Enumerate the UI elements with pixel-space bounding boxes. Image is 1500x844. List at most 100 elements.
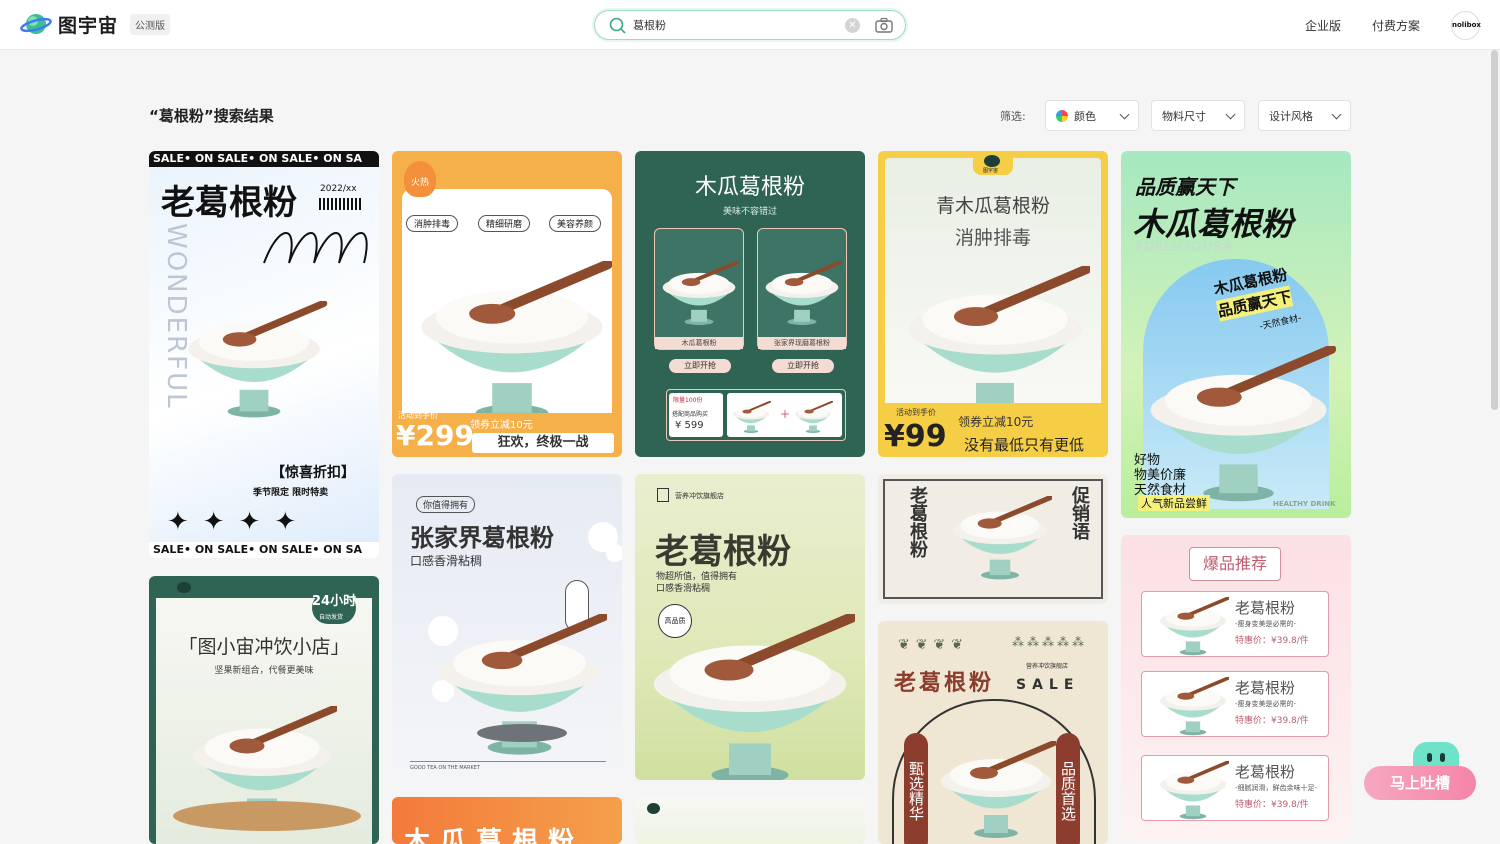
template-card[interactable]: 营养冲饮旗舰店 老葛根粉 物超所值，值得拥有 口感香滑粘稠 高品质: [635, 474, 865, 780]
sale-ticker-top: SALE• ON SALE• ON SALE• ON SA: [149, 151, 379, 167]
item-name: 张家界现磨葛根粉: [758, 337, 846, 349]
scribble-loop-icon: [263, 232, 368, 264]
card-year: 2022/xx: [320, 184, 357, 194]
search-input[interactable]: [633, 16, 833, 34]
card-title: 张家界葛根粉: [410, 524, 554, 552]
item-desc: -瘦身变美是必需的-: [1235, 700, 1297, 708]
card-title: 老葛根粉: [894, 670, 995, 696]
product-bowl-image: [660, 261, 739, 327]
promo-sub: 季节限定 限时特卖: [253, 488, 329, 498]
template-card[interactable]: 图宇宙 青木瓜葛根粉 消肿排毒 活动到手价 ¥99 领券立减10元 没有最低只有…: [878, 151, 1108, 457]
template-card[interactable]: [635, 797, 865, 844]
template-card[interactable]: 木瓜葛根粉 美味不容错过 木瓜葛根粉 张家界现磨葛根粉 立即开抢 立即开抢 限量…: [635, 151, 865, 457]
nav-pricing-link[interactable]: 付费方案: [1372, 17, 1420, 34]
card-title: 青木瓜葛根粉: [935, 195, 1050, 217]
shop-icon: [657, 488, 669, 502]
card-title-line2: 木瓜葛根粉: [1133, 205, 1294, 243]
template-card[interactable]: 老葛根粉 促销语: [878, 474, 1108, 604]
feature-pill: 精细研磨: [478, 215, 531, 232]
card-title: 老葛根粉: [161, 183, 297, 223]
user-avatar[interactable]: nolibox: [1451, 11, 1481, 40]
limit-label: 限量100份: [673, 397, 703, 404]
size-filter-label: 物料尺寸: [1162, 109, 1206, 123]
item-name: 老葛根粉: [1235, 763, 1296, 781]
item-price: 特惠价：¥39.8/件: [1235, 716, 1309, 726]
clear-search-icon[interactable]: ✕: [845, 18, 860, 33]
delivery-badge-sub: 自动发货: [319, 614, 344, 621]
search-bar[interactable]: ✕: [594, 10, 906, 40]
nav-enterprise-link[interactable]: 企业版: [1305, 17, 1341, 34]
plus-icon: +: [780, 407, 791, 421]
card-subtitle: 口感香滑粘稠: [410, 554, 483, 568]
card-title: 爆品推荐: [1189, 547, 1281, 581]
template-card[interactable]: 品质赢天下 木瓜葛根粉 #DELICIOUS# 木瓜葛根粉 品质赢天下 -天然食…: [1121, 151, 1351, 518]
card-title-line1: 品质赢天下: [1135, 175, 1235, 199]
combo-price: ¥ 599: [675, 420, 704, 431]
color-wheel-icon: [1056, 109, 1068, 122]
search-icon[interactable]: [609, 17, 626, 38]
brand-logo-icon: [984, 155, 1000, 167]
feature-pill: 美容养颜: [549, 215, 602, 232]
sparkle-row-icon: ✦✦✦✦: [167, 507, 311, 537]
style-filter-dropdown[interactable]: 设计风格: [1258, 100, 1351, 131]
price-label: 活动到手价: [896, 408, 936, 417]
buy-now-button[interactable]: 立即开抢: [772, 359, 834, 373]
card-right-text: 品质首选: [1059, 761, 1077, 821]
card-left-text: 甄选精华: [907, 761, 925, 821]
product-bowl-image: [1158, 761, 1229, 821]
flower-icon: [588, 522, 618, 552]
logo[interactable]: 图宇宙 公测版: [20, 10, 171, 38]
wheat-ornament-icon: ❦❦❦❦: [898, 637, 969, 653]
card-title: 老葛根粉: [655, 532, 791, 572]
planet-logo-icon: [20, 10, 52, 38]
coupon-text: 领券立减10元: [470, 420, 533, 431]
product-bowl-image: [793, 401, 833, 434]
wheat-ornament-icon: ⁂⁂⁂⁂⁂: [1012, 635, 1087, 649]
card-subtitle: 口感香滑粘稠: [656, 584, 711, 594]
hot-badge: 火热: [404, 161, 436, 197]
feedback-button[interactable]: 马上吐槽: [1364, 766, 1476, 800]
barcode-icon: [319, 198, 361, 210]
template-card[interactable]: 木瓜葛根粉: [392, 797, 622, 844]
card-tag: 你值得拥有: [416, 496, 476, 513]
beta-badge: 公测版: [130, 13, 171, 35]
card-subtitle: 消肿排毒: [954, 227, 1031, 249]
search-result-title: “葛根粉”搜索结果: [149, 107, 274, 125]
product-bowl-image: [936, 741, 1056, 841]
price: ¥99: [884, 419, 947, 454]
card-tag: #DELICIOUS#: [1133, 240, 1233, 255]
product-bowl-image: [645, 614, 855, 780]
product-bowl-image: [1158, 597, 1229, 657]
template-card[interactable]: 火热 消肿排毒 精细研磨 美容养颜 活动到手价 ¥299 领券立减10元 狂欢，…: [392, 151, 622, 457]
style-filter-label: 设计风格: [1269, 109, 1313, 123]
template-card[interactable]: 你值得拥有 张家界葛根粉 口感香滑粘稠 GOOD TEA ON THE MARK…: [392, 474, 622, 780]
page-scrollbar[interactable]: [1491, 50, 1498, 410]
product-bowl-image: [731, 401, 771, 434]
feature-highlight: 人气新品尝鲜: [1138, 495, 1210, 511]
sale-ticker-bottom: SALE• ON SALE• ON SALE• ON SA: [149, 542, 379, 558]
combo-label: 搭配商品购买: [672, 411, 709, 418]
feature-pill: 消肿排毒: [406, 215, 459, 232]
product-bowl-image: [412, 261, 612, 426]
item-price: 特惠价：¥39.8/件: [1235, 636, 1309, 646]
slogan: 狂欢，终极一战: [472, 433, 614, 453]
template-card[interactable]: 24小时 自动发货 「图小宙冲饮小店」 坚果新组合，代餐更美味: [149, 576, 379, 844]
brand-name: 营养冲饮旗舰店: [675, 492, 724, 500]
filter-label: 筛选:: [1000, 110, 1026, 123]
buy-now-button[interactable]: 立即开抢: [669, 359, 731, 373]
template-card[interactable]: ❦❦❦❦ 老葛根粉 ⁂⁂⁂⁂⁂ 营养冲饮旗舰店 SALE 甄选精华 品质首选: [878, 621, 1108, 844]
size-filter-dropdown[interactable]: 物料尺寸: [1151, 100, 1245, 131]
camera-icon[interactable]: [875, 17, 893, 38]
chevron-down-icon: [1331, 109, 1342, 120]
stone-pedestal: [477, 724, 567, 742]
wood-table: [173, 801, 361, 831]
product-bowl-image: [763, 261, 842, 327]
template-card[interactable]: 爆品推荐 老葛根粉 -瘦身变美是必需的- 特惠价：¥39.8/件 老葛根粉 -瘦…: [1121, 535, 1351, 841]
template-card[interactable]: SALE• ON SALE• ON SALE• ON SA 老葛根粉 2022/…: [149, 151, 379, 558]
brand-name: 图宇宙: [983, 168, 999, 174]
item-name: 老葛根粉: [1235, 599, 1296, 617]
card-subtitle: 坚果新组合，代餐更美味: [214, 666, 314, 676]
logo-text: 图宇宙: [58, 14, 119, 37]
item-desc: -瘦身变美是必需的-: [1235, 620, 1297, 628]
color-filter-dropdown[interactable]: 颜色: [1045, 100, 1139, 131]
